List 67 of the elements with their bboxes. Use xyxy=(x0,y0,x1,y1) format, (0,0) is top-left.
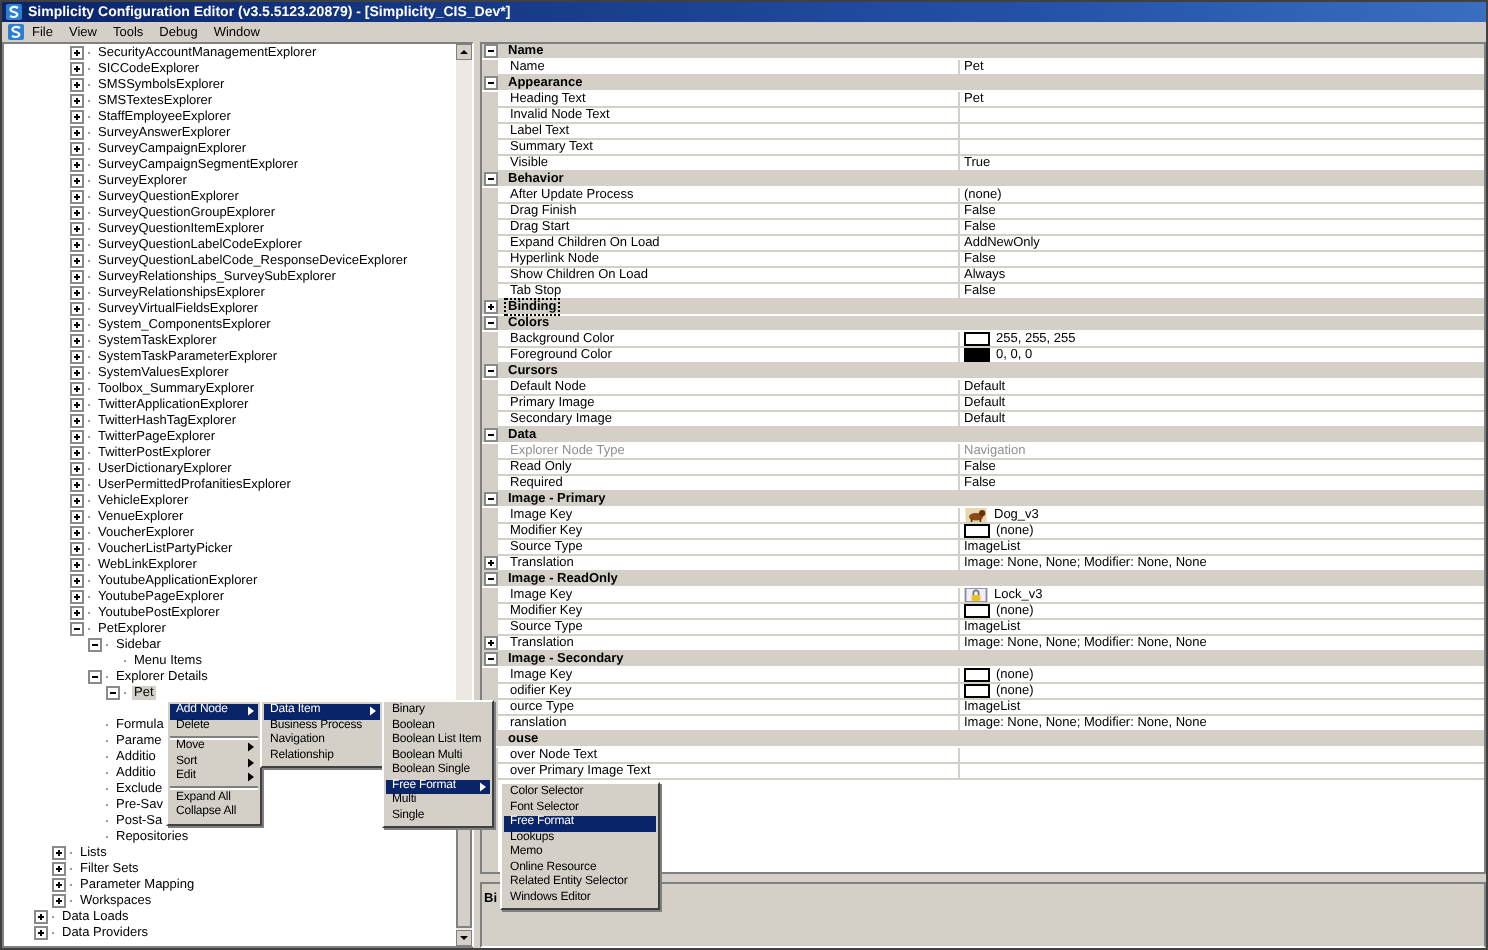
expand-icon[interactable] xyxy=(70,190,84,204)
collapse-icon[interactable] xyxy=(106,686,120,700)
lock-icon xyxy=(964,588,988,602)
expand-icon[interactable] xyxy=(483,556,497,570)
expand-icon[interactable] xyxy=(70,606,84,620)
scroll-down-icon[interactable] xyxy=(456,930,472,946)
submenu-arrow-icon xyxy=(248,706,254,717)
collapse-icon[interactable] xyxy=(483,492,497,506)
expand-icon[interactable] xyxy=(70,62,84,76)
expand-icon[interactable] xyxy=(70,174,84,188)
submenu-arrow-icon xyxy=(370,706,376,717)
expand-icon[interactable] xyxy=(70,526,84,540)
submenu-arrow-icon xyxy=(480,781,486,792)
collapse-icon[interactable] xyxy=(483,76,497,90)
expand-icon[interactable] xyxy=(70,574,84,588)
expand-icon[interactable] xyxy=(70,366,84,380)
app-icon[interactable] xyxy=(8,24,24,40)
collapse-icon[interactable] xyxy=(483,172,497,186)
expand-icon[interactable] xyxy=(52,894,66,908)
expand-icon[interactable] xyxy=(483,300,497,314)
scroll-up-icon[interactable] xyxy=(456,44,472,60)
expand-icon[interactable] xyxy=(70,286,84,300)
collapse-icon[interactable] xyxy=(483,652,497,666)
expand-icon[interactable] xyxy=(70,350,84,364)
collapse-icon[interactable] xyxy=(483,44,497,58)
expand-icon[interactable] xyxy=(483,636,497,650)
collapse-icon[interactable] xyxy=(88,670,102,684)
expand-icon[interactable] xyxy=(70,142,84,156)
dog-icon xyxy=(964,508,988,522)
app-icon xyxy=(6,4,22,20)
expand-icon[interactable] xyxy=(70,46,84,60)
expand-icon[interactable] xyxy=(70,302,84,316)
expand-icon[interactable] xyxy=(70,430,84,444)
expand-icon[interactable] xyxy=(70,206,84,220)
expand-icon[interactable] xyxy=(70,318,84,332)
expand-icon[interactable] xyxy=(70,110,84,124)
expand-icon[interactable] xyxy=(70,414,84,428)
expand-icon[interactable] xyxy=(52,846,66,860)
expand-icon[interactable] xyxy=(70,270,84,284)
collapse-icon[interactable] xyxy=(483,364,497,378)
expand-icon[interactable] xyxy=(70,254,84,268)
expand-icon[interactable] xyxy=(70,510,84,524)
expand-icon[interactable] xyxy=(70,478,84,492)
expand-icon[interactable] xyxy=(70,78,84,92)
expand-icon[interactable] xyxy=(70,446,84,460)
collapse-icon[interactable] xyxy=(483,428,497,442)
expand-icon[interactable] xyxy=(70,238,84,252)
expand-icon[interactable] xyxy=(70,222,84,236)
expand-icon[interactable] xyxy=(52,862,66,876)
expand-icon[interactable] xyxy=(70,382,84,396)
collapse-icon[interactable] xyxy=(70,622,84,636)
expand-icon[interactable] xyxy=(70,542,84,556)
expand-icon[interactable] xyxy=(70,158,84,172)
expand-icon[interactable] xyxy=(70,494,84,508)
expand-icon[interactable] xyxy=(70,126,84,140)
expand-icon[interactable] xyxy=(34,910,48,924)
expand-icon[interactable] xyxy=(34,926,48,940)
collapse-icon[interactable] xyxy=(88,638,102,652)
expand-icon[interactable] xyxy=(70,462,84,476)
collapse-icon[interactable] xyxy=(483,572,497,586)
expand-icon[interactable] xyxy=(70,398,84,412)
collapse-icon[interactable] xyxy=(483,316,497,330)
expand-icon[interactable] xyxy=(70,558,84,572)
expand-icon[interactable] xyxy=(70,94,84,108)
expand-icon[interactable] xyxy=(52,878,66,892)
expand-icon[interactable] xyxy=(70,590,84,604)
expand-icon[interactable] xyxy=(70,334,84,348)
